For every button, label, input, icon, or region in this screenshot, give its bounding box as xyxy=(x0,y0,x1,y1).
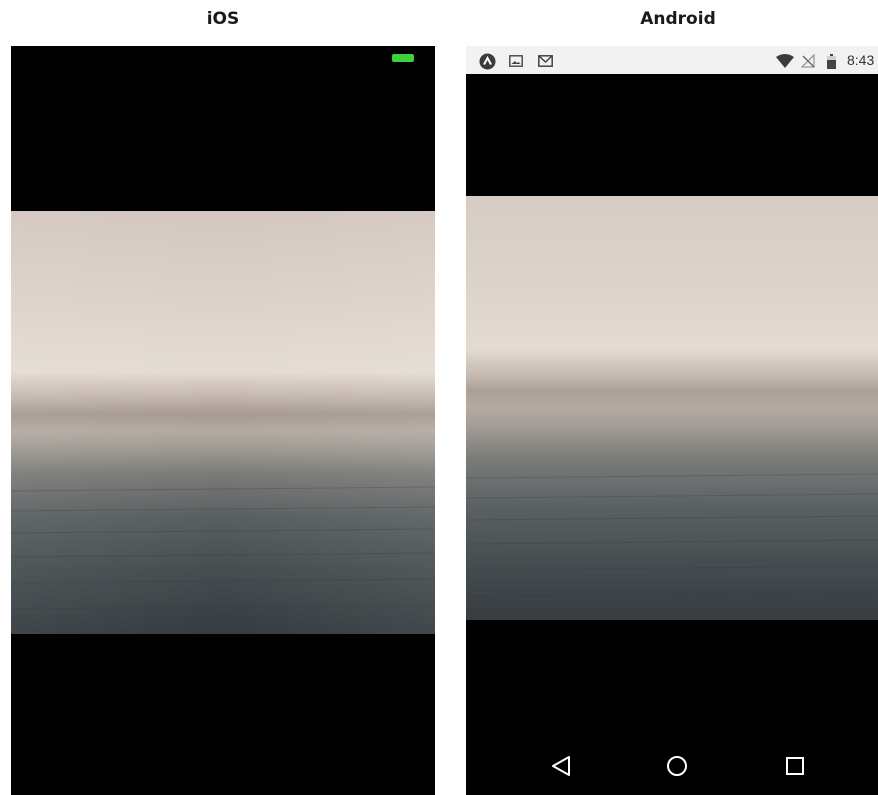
app-notification-icon xyxy=(478,53,496,69)
back-button[interactable] xyxy=(546,751,576,781)
video-player[interactable] xyxy=(11,211,435,634)
android-status-bar: 8:43 xyxy=(466,46,878,74)
recents-square-icon xyxy=(786,757,804,775)
recents-button[interactable] xyxy=(780,751,810,781)
gmail-notification-icon xyxy=(536,53,554,69)
back-triangle-icon xyxy=(552,756,570,776)
battery-icon xyxy=(825,53,837,69)
comparison-page: iOS Android 8:43 xyxy=(0,0,878,795)
home-circle-icon xyxy=(667,756,687,776)
wifi-icon xyxy=(776,53,794,69)
android-title: Android xyxy=(640,9,716,29)
status-time: 8:43 xyxy=(847,52,875,68)
ios-screen xyxy=(11,46,435,795)
battery-icon xyxy=(392,54,414,62)
ios-title: iOS xyxy=(206,9,240,29)
android-screen: 8:43 xyxy=(466,46,878,795)
android-nav-bar xyxy=(466,737,878,795)
image-notification-icon xyxy=(508,53,524,69)
video-player[interactable] xyxy=(466,196,878,620)
no-signal-icon xyxy=(800,53,816,69)
home-button[interactable] xyxy=(662,751,692,781)
